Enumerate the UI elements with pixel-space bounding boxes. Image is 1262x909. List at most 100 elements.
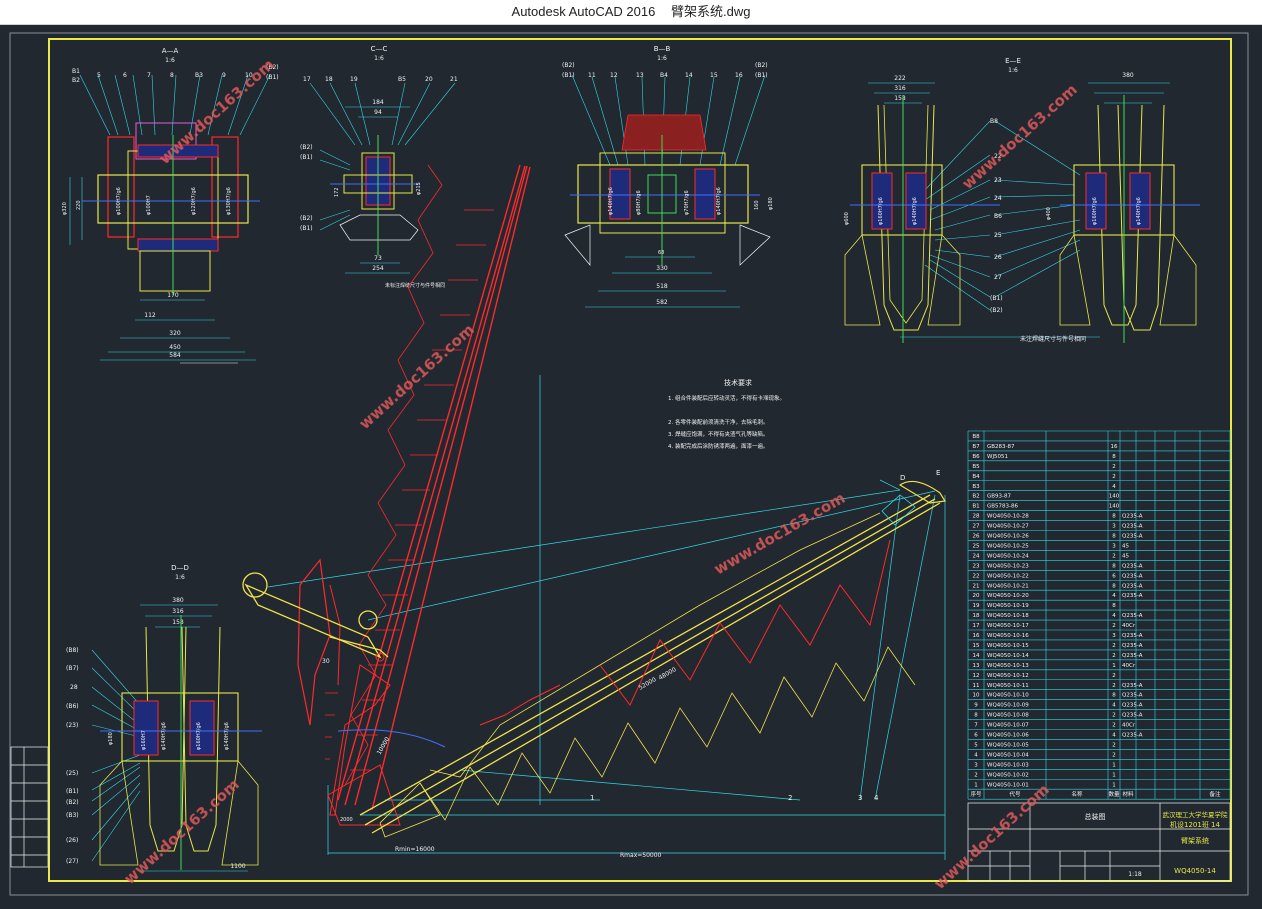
svg-text:27: 27: [994, 274, 1002, 281]
svg-text:18: 18: [325, 76, 333, 83]
drawing-scale: 1:18: [1128, 871, 1142, 878]
bom-table[interactable]: B8B7 GB283-87 16B6 WJ5051 8B5 2B4 2B3 4B2 GB93-8…: [967, 430, 1231, 800]
dim-aa-320: 320: [169, 330, 181, 337]
bom-cell-no: 18: [973, 613, 980, 619]
bom-cell-no: 22: [973, 573, 980, 579]
bom-cell-no: 27: [973, 524, 980, 530]
callout-e: E: [936, 469, 940, 477]
svg-text:φ100H7/g6: φ100H7/g6: [116, 187, 122, 215]
bom-cell-qty: 8: [1112, 454, 1116, 460]
svg-text:10000: 10000: [376, 736, 392, 756]
bom-cell-code: WQ4050-10-06: [987, 733, 1029, 739]
dim-rmax: Rmax=50000: [620, 852, 662, 859]
svg-text:φ140H7/g6: φ140H7/g6: [608, 187, 614, 215]
svg-text:68: 68: [658, 250, 664, 256]
svg-text:φ160H7: φ160H7: [141, 730, 147, 750]
bom-cell-qty: 3: [1112, 633, 1116, 639]
view-aa-title: A—A: [162, 47, 179, 55]
dim-bb-330: 330: [656, 265, 668, 272]
bom-cell-code: WQ4050-10-05: [987, 742, 1029, 748]
bom-cell-qty: 2: [1112, 623, 1116, 629]
drawing-number: WQ4050-14: [1174, 867, 1216, 875]
bom-cell-qty: 140: [1109, 504, 1120, 510]
dim-aa-584: 584: [169, 352, 181, 359]
bom-cell-no: 14: [973, 653, 980, 659]
dim-ee-380: 380: [1122, 72, 1134, 79]
dim-dd-316: 316: [172, 608, 184, 615]
bom-cell-qty: 2: [1112, 673, 1116, 679]
svg-text:7: 7: [147, 72, 151, 79]
bom-cell-qty: 3: [1112, 543, 1116, 549]
bom-cell-qty: 1: [1112, 782, 1116, 788]
svg-text:52000: 52000: [638, 676, 658, 692]
bom-cell-qty: 2: [1112, 723, 1116, 729]
svg-text:φ400: φ400: [1046, 207, 1052, 220]
svg-text:(B8): (B8): [66, 647, 79, 654]
bom-cell-code: WQ4050-10-07: [987, 723, 1029, 729]
bom-cell-no: B1: [972, 504, 979, 510]
bom-cell-no: 24: [973, 553, 980, 559]
drawing-canvas[interactable]: A—A 1:6 B1 B2 5 678 B3 9 10 (B2) (B1) φ1…: [0, 25, 1262, 905]
svg-text:φ160H7/g6: φ160H7/g6: [1092, 197, 1098, 225]
bom-cell-mat: 40Cr: [1122, 623, 1136, 629]
dim-rmin: Rmin=16000: [395, 846, 435, 853]
bom-cell-code: WQ4050-10-16: [987, 633, 1029, 639]
bom-cell-no: 11: [973, 683, 980, 689]
svg-text:20: 20: [425, 76, 433, 83]
svg-text:12: 12: [610, 72, 618, 79]
bom-cell-qty: 8: [1112, 514, 1116, 520]
view-cc-title: C—C: [371, 45, 388, 53]
view-dd-title: D—D: [171, 564, 189, 572]
bom-cell-mat: 45: [1122, 543, 1129, 549]
svg-text:(23): (23): [66, 722, 78, 729]
bom-cell-code: WQ4050-10-13: [987, 663, 1029, 669]
window-title-bar: Autodesk AutoCAD 2016 臂架系统.dwg: [0, 0, 1262, 25]
bom-cell-mat: Q235-A: [1122, 633, 1143, 639]
bom-cell-mat: 45: [1122, 553, 1129, 559]
view-dd[interactable]: D—D 1:6 380 316 158 1100 (B8) (B7) 28 (B6)…: [66, 564, 262, 872]
bom-cell-code: GB283-87: [987, 444, 1015, 450]
view-ee[interactable]: E—E 1:6 B82223 24B625 2627 (B1)(B2) 未注焊缝…: [844, 57, 1200, 343]
svg-text:φ140H7/g6: φ140H7/g6: [224, 722, 230, 750]
main-crane-assembly[interactable]: 52000 48000 10000 D E 1 2 3 4 30 Rmin=16…: [242, 164, 947, 860]
svg-text:φ120H7/g6: φ120H7/g6: [191, 187, 197, 215]
callout-4: 4: [874, 794, 879, 802]
view-ee-title: E—E: [1005, 57, 1021, 65]
bom-cell-code: WQ4050-10-09: [987, 703, 1029, 709]
svg-text:(B2): (B2): [66, 799, 79, 806]
bom-cell-qty: 8: [1112, 693, 1116, 699]
svg-text:8: 8: [170, 72, 174, 79]
svg-text:23: 23: [994, 177, 1002, 184]
svg-text:9: 9: [222, 72, 226, 79]
view-cc[interactable]: C—C 1:6 17 18 19 B5 20 21 (B2)(B1) (B2)(B1) …: [300, 45, 458, 289]
bom-cell-mat: Q235-A: [1122, 573, 1143, 579]
watermark-6: www.doc163.com: [931, 781, 1053, 893]
svg-text:B1: B1: [72, 68, 80, 75]
svg-text:11: 11: [588, 72, 596, 79]
svg-text:φ70H7/g6: φ70H7/g6: [684, 190, 690, 215]
svg-text:(B1): (B1): [66, 788, 79, 795]
svg-text:(B3): (B3): [66, 812, 79, 819]
svg-text:(B6): (B6): [66, 703, 79, 710]
svg-text:220: 220: [76, 200, 82, 210]
bom-cell-code: WQ4050-10-10: [987, 693, 1029, 699]
svg-text:5: 5: [97, 72, 101, 79]
bom-cell-code: GB93-87: [987, 494, 1012, 500]
svg-text:6: 6: [123, 72, 127, 79]
dim-dd-1100: 1100: [230, 863, 245, 870]
svg-text:(B2): (B2): [990, 307, 1003, 314]
svg-text:14: 14: [685, 72, 693, 79]
svg-text:B4: B4: [660, 72, 668, 79]
view-bb-title: B—B: [654, 45, 671, 53]
svg-text:φ130H7/g6: φ130H7/g6: [226, 187, 232, 215]
cad-drawing[interactable]: A—A 1:6 B1B25 678 B3 9 10 (B2)(B1) φ100H…: [0, 25, 1262, 905]
school-name: 武汉理工大学华夏学院: [1163, 810, 1229, 819]
app-name: Autodesk AutoCAD 2016: [511, 4, 656, 19]
bom-cell-qty: 4: [1112, 593, 1116, 599]
bom-cell-code: WQ4050-10-11: [987, 683, 1029, 689]
outer-sheet-border: [9, 32, 1249, 896]
bom-cell-no: 16: [973, 633, 980, 639]
svg-text:25: 25: [994, 232, 1002, 239]
svg-text:φ140H7/g6: φ140H7/g6: [1136, 197, 1142, 225]
view-bb[interactable]: B—B 1:6 (B2) (B1) 11 12 13 B4 14 15 16 (B2) (B1…: [562, 45, 774, 308]
